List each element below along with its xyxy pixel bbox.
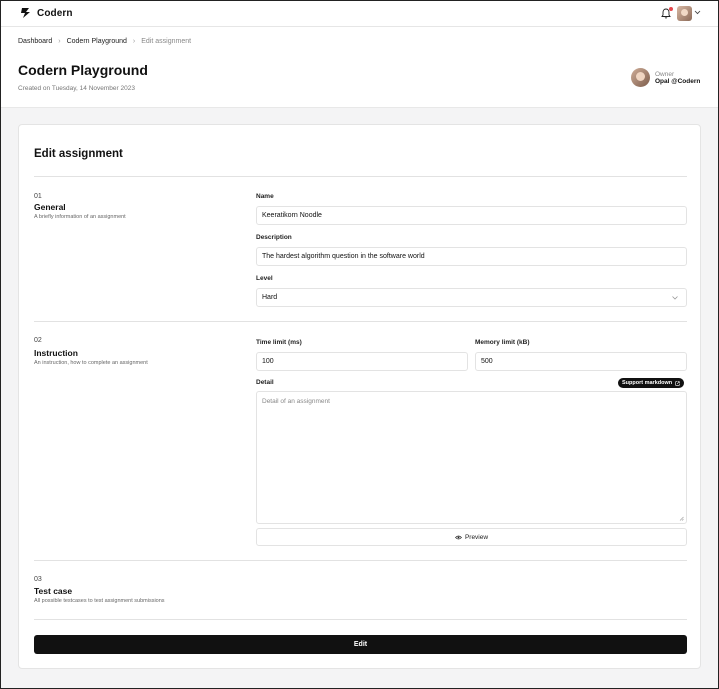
owner-label: Owner (655, 70, 675, 78)
section-title-instruction: Instruction (34, 348, 78, 358)
notification-dot (669, 7, 673, 11)
owner-name: Opal @Codern (655, 77, 701, 85)
user-avatar[interactable] (677, 6, 692, 21)
breadcrumb-current: Edit assignment (141, 38, 192, 45)
time-limit-input[interactable]: 100 (256, 352, 468, 371)
top-navbar: Codern (1, 1, 718, 27)
breadcrumb-chevron-icon: › (132, 38, 136, 45)
section-desc: A briefly information of an assignment (34, 214, 126, 220)
support-markdown-badge[interactable]: Support markdown (618, 378, 685, 388)
app-window: Codern Dashboard › Codern Playground › E… (0, 0, 719, 689)
preview-label: Preview (464, 533, 489, 541)
section-number: 01 (34, 193, 42, 200)
breadcrumb: Dashboard › Codern Playground › Edit ass… (18, 38, 191, 45)
detail-label: Detail (256, 379, 274, 386)
support-markdown-label: Support markdown (622, 380, 673, 386)
time-limit-label: Time limit (ms) (256, 339, 302, 346)
codern-logo-icon (21, 8, 30, 18)
breadcrumb-playground[interactable]: Codern Playground (67, 38, 127, 45)
level-label: Level (256, 275, 273, 282)
section-number: 02 (34, 337, 42, 344)
chevron-down-icon[interactable] (694, 10, 701, 15)
divider (34, 560, 687, 561)
owner-avatar (631, 68, 650, 87)
memory-limit-label: Memory limit (kB) (475, 339, 530, 346)
level-value: Hard (262, 294, 278, 301)
description-input[interactable]: The hardest algorithm question in the so… (256, 247, 687, 266)
eye-icon (455, 535, 462, 539)
section-title-test-case: Test case (34, 586, 73, 596)
created-date: Created on Tuesday, 14 November 2023 (18, 85, 135, 92)
section-desc: An instruction, how to complete an assig… (34, 360, 148, 366)
section-title-general: General (34, 202, 66, 212)
resize-handle-icon[interactable] (679, 516, 684, 521)
name-label: Name (256, 193, 274, 200)
section-desc: All possible testcases to test assignmen… (34, 598, 165, 604)
divider (34, 321, 687, 322)
section-number: 03 (34, 576, 42, 583)
chevron-down-icon (672, 296, 678, 300)
detail-placeholder: Detail of an assignment (262, 398, 330, 405)
description-label: Description (256, 234, 292, 241)
level-select[interactable]: Hard (256, 288, 687, 307)
name-input[interactable]: Keeratikorn Noodle (256, 206, 687, 225)
breadcrumb-chevron-icon: › (58, 38, 61, 45)
page-title: Codern Playground (18, 62, 148, 78)
edit-submit-button[interactable]: Edit (34, 635, 687, 654)
preview-button[interactable]: Preview (256, 528, 687, 546)
breadcrumb-dashboard[interactable]: Dashboard (18, 38, 52, 45)
page-header: Dashboard › Codern Playground › Edit ass… (1, 28, 718, 108)
detail-textarea[interactable]: Detail of an assignment (256, 391, 687, 524)
brand-name: Codern (37, 7, 73, 19)
external-link-icon (675, 380, 680, 386)
edit-assignment-card: Edit assignment 01 General A briefly inf… (18, 124, 701, 669)
divider (34, 619, 687, 620)
divider (34, 176, 687, 177)
owner-info: Owner Opal @Codern (631, 68, 700, 87)
brand[interactable]: Codern (20, 7, 73, 19)
memory-limit-input[interactable]: 500 (475, 352, 687, 371)
form-title: Edit assignment (34, 148, 123, 160)
